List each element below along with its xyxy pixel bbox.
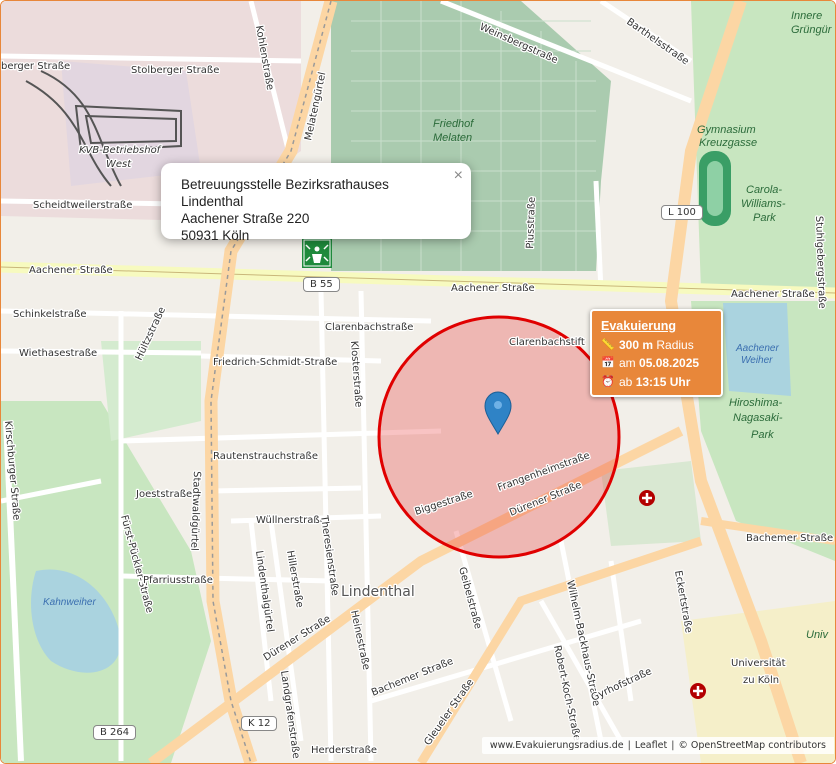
location-popup: × Betreuungsstelle Bezirksrathauses Lind… (161, 163, 471, 243)
place-label: Carola- (746, 184, 782, 196)
street-label: Wüllnerstraße (256, 515, 326, 526)
evacuation-date: 05.08.2025 (639, 356, 700, 370)
street-label: Clarenbachstraße (325, 322, 413, 333)
place-label: Kahnweiher (43, 597, 96, 608)
place-label: Weiher (741, 355, 773, 366)
place-label: Melaten (433, 132, 472, 144)
place-label: West (106, 159, 132, 170)
place-label: Friedhof (433, 118, 474, 130)
date-prefix: am (619, 356, 636, 370)
radius-row: 📏 300 m Radius (601, 336, 712, 355)
place-label: Nagasaki- (733, 412, 783, 424)
place-label: Williams- (741, 198, 786, 210)
calendar-icon: 📅 (601, 357, 615, 369)
attribution-osm-link[interactable]: © OpenStreetMap contributors (678, 740, 826, 751)
street-label: Stolberger Straße (131, 65, 219, 76)
road-shield-b55: B 55 (303, 277, 340, 292)
street-label: Schinkelstraße (13, 309, 87, 320)
hospital-icon (639, 490, 655, 506)
radius-value: 300 m (619, 337, 654, 352)
map-frame: berger Straße Stolberger Straße Kohlenst… (0, 0, 836, 764)
place-label: KVB-Betriebshof (79, 145, 162, 156)
district-label: Lindenthal (341, 584, 415, 600)
place-label: Innere (791, 10, 822, 22)
popup-street-address: Aachener Straße 220 (181, 211, 310, 226)
attribution-separator: | (627, 740, 631, 751)
time-row: ⏰ ab 13:15 Uhr (601, 373, 712, 392)
place-label: Univ (806, 629, 830, 641)
street-label: Clarenbachstift (509, 337, 585, 348)
street-label: Friedrich-Schmidt-Straße (213, 357, 337, 368)
attribution-separator: | (671, 740, 675, 751)
street-label: Aachener Straße (451, 283, 535, 294)
street-label: Bachemer Straße (746, 533, 833, 544)
street-label: Aachener Straße (29, 265, 113, 276)
date-row: 📅 am 05.08.2025 (601, 354, 712, 373)
place-label: Universität (731, 658, 786, 669)
place-label: Park (753, 212, 776, 224)
hospital-icon (690, 683, 706, 699)
popup-facility-name: Betreuungsstelle Bezirksrathauses Linden… (181, 177, 389, 209)
street-label: Joeststraße (135, 489, 192, 500)
evacuation-info-box: Evakuierung 📏 300 m Radius 📅 am 05.08.20… (590, 309, 723, 397)
place-label: Gymnasium (697, 124, 756, 136)
evacuation-radius-circle (377, 315, 621, 559)
road-shield-l100: L 100 (661, 205, 703, 220)
alarm-clock-icon: ⏰ (601, 375, 615, 388)
street-label: Piusstraße (525, 197, 538, 249)
evacuation-time: 13:15 Uhr (635, 374, 691, 389)
map-attribution: www.Evakuierungsradius.de | Leaflet | © Open… (481, 737, 834, 754)
street-label: Scheidtweilerstraße (33, 200, 132, 211)
street-label: Herderstraße (311, 745, 377, 756)
popup-postal-city: 50931 Köln (181, 228, 250, 243)
evacuation-title[interactable]: Evakuierung (601, 317, 712, 336)
ruler-icon: 📏 (601, 338, 615, 351)
street-label: Pfarriusstraße (143, 575, 213, 586)
place-label: Kreuzgasse (699, 137, 757, 149)
street-label: Aachener Straße (731, 289, 815, 300)
radius-label: Radius (656, 337, 694, 352)
place-label: Park (751, 429, 774, 441)
place-label: Hiroshima- (729, 397, 783, 409)
attribution-leaflet-link[interactable]: Leaflet (635, 740, 667, 751)
road-shield-b264: B 264 (93, 725, 137, 740)
street-label: Wiethasestraße (19, 348, 97, 359)
street-label: berger Straße (1, 61, 70, 72)
road-shield-k12: K 12 (241, 716, 278, 731)
attribution-site-link[interactable]: www.Evakuierungsradius.de (490, 740, 624, 751)
place-label: Grüngür (791, 24, 833, 36)
close-icon[interactable]: × (454, 167, 463, 184)
street-label: Rautenstrauchstraße (213, 451, 318, 462)
place-label: Aachener (735, 343, 779, 354)
time-prefix: ab (619, 374, 633, 389)
place-label: zu Köln (743, 675, 779, 686)
